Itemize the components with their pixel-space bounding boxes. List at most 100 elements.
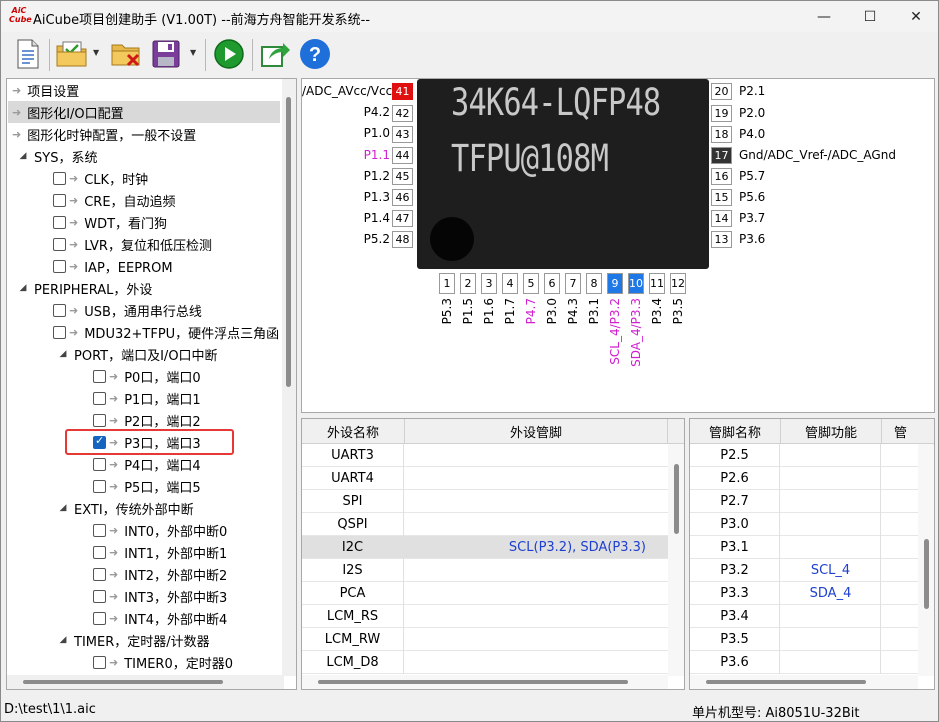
export-icon[interactable] [257,37,293,71]
delete-project-icon[interactable] [109,37,143,71]
tree-item-clock-config[interactable]: ➜ 图形化时钟配置，一般不设置 [12,123,196,145]
checkbox[interactable] [93,391,106,405]
tree-item-iap[interactable]: ➜ IAP，EEPROM [53,255,173,277]
horizontal-scrollbar[interactable] [690,675,918,689]
tree-item-int1[interactable]: ➜ INT1，外部中断1 [93,541,227,563]
checkbox[interactable] [53,259,66,273]
pin-number[interactable]: 13 [711,231,732,248]
table-row[interactable]: UART4 [302,467,668,490]
pin-number[interactable]: 1 [439,273,455,294]
tree-item-sys[interactable]: ◢ SYS，系统 [16,145,98,167]
pin-number[interactable]: 4 [502,273,518,294]
pin-number[interactable]: 7 [565,273,581,294]
close-button[interactable]: ✕ [893,1,939,32]
tree-vertical-scrollbar[interactable] [282,79,296,676]
pin-number[interactable]: 9 [607,273,623,294]
tree-item-cre[interactable]: ➜ CRE，自动追频 [53,189,176,211]
pin-number[interactable]: 19 [711,105,732,122]
tree-item-usb[interactable]: ➜ USB，通用串行总线 [53,299,202,321]
tree-item-int0[interactable]: ➜ INT0，外部中断0 [93,519,227,541]
tree-item-int3[interactable]: ➜ INT3，外部中断3 [93,585,227,607]
help-icon[interactable]: ? [297,37,333,71]
table-row[interactable]: P3.3 SDA_4 [690,582,918,605]
scrollbar-thumb[interactable] [706,680,866,684]
table-row[interactable]: PCA [302,582,668,605]
tree-item-timer0[interactable]: ➜ TIMER0，定时器0 [93,651,233,673]
checkbox[interactable] [93,611,106,625]
pin-number[interactable]: 41 [392,83,413,100]
pin-number[interactable]: 44 [392,147,413,164]
pin-number[interactable]: 18 [711,126,732,143]
table-row[interactable]: P3.2 SCL_4 [690,559,918,582]
chevron-down-icon[interactable]: ▼ [190,48,196,57]
minimize-button[interactable]: — [801,1,847,32]
tree-item-project-settings[interactable]: ➜ 项目设置 [12,79,79,101]
scrollbar-thumb[interactable] [318,680,628,684]
maximize-button[interactable]: ☐ [847,1,893,32]
checkbox[interactable] [53,325,66,339]
horizontal-scrollbar[interactable] [302,675,668,689]
tree-item-io-config[interactable]: ➜ 图形化I/O口配置 [12,101,124,123]
column-header[interactable]: 管 [882,419,934,444]
checkbox[interactable] [53,237,66,251]
scrollbar-thumb[interactable] [674,464,679,534]
column-header[interactable]: 管脚名称 [690,419,781,444]
new-file-icon[interactable] [11,37,45,71]
tree-horizontal-scrollbar[interactable] [7,675,284,689]
tree-item-int4[interactable]: ➜ INT4，外部中断4 [93,607,227,629]
checkbox[interactable] [93,655,106,669]
pin-number[interactable]: 17 [711,147,732,164]
tree-item-peripheral[interactable]: ◢ PERIPHERAL，外设 [16,277,153,299]
table-row[interactable]: P2.6 [690,467,918,490]
table-row[interactable]: P2.5 [690,444,918,467]
pin-number[interactable]: 45 [392,168,413,185]
table-row[interactable]: LCM_RS [302,605,668,628]
table-row[interactable]: P2.7 [690,490,918,513]
vertical-scrollbar[interactable] [918,444,934,676]
pin-number[interactable]: 16 [711,168,732,185]
table-row[interactable]: QSPI [302,513,668,536]
tree-item-timer[interactable]: ◢ TIMER，定时器/计数器 [56,629,210,651]
checkbox[interactable] [93,369,106,383]
table-row[interactable]: LCM_D8 [302,651,668,674]
checkbox[interactable] [93,545,106,559]
column-header[interactable]: 外设名称 [302,419,405,444]
run-icon[interactable] [211,37,247,71]
checkbox[interactable] [53,171,66,185]
table-row[interactable]: SPI [302,490,668,513]
pin-number[interactable]: 20 [711,83,732,100]
tree-item-p2[interactable]: ➜ P2口，端口2 [93,409,201,431]
tree-item-exti[interactable]: ◢ EXTI，传统外部中断 [56,497,194,519]
column-header[interactable]: 管脚功能 [781,419,882,444]
checkbox[interactable] [53,303,66,317]
pin-number[interactable]: 5 [523,273,539,294]
pin-number[interactable]: 6 [544,273,560,294]
checkbox[interactable] [93,523,106,537]
table-row[interactable]: P3.4 [690,605,918,628]
open-project-icon[interactable] [53,37,91,71]
tree-item-port[interactable]: ◢ PORT，端口及I/O口中断 [56,343,218,365]
tree-item-p4[interactable]: ➜ P4口，端口4 [93,453,201,475]
tree-item-mdu32[interactable]: ➜ MDU32+TFPU，硬件浮点三角函 [53,321,279,343]
vertical-scrollbar[interactable] [668,444,684,676]
column-header[interactable]: 外设管脚 [405,419,668,444]
table-row[interactable]: P3.0 [690,513,918,536]
pin-number[interactable]: 3 [481,273,497,294]
tree-item-int2[interactable]: ➜ INT2，外部中断2 [93,563,227,585]
scrollbar-thumb[interactable] [23,680,223,684]
checkbox[interactable] [53,193,66,207]
checkbox[interactable] [53,215,66,229]
table-row[interactable]: P3.6 [690,651,918,674]
save-icon[interactable] [149,37,183,71]
tree-item-p1[interactable]: ➜ P1口，端口1 [93,387,201,409]
pin-number[interactable]: 48 [392,231,413,248]
chevron-down-icon[interactable]: ▼ [93,48,99,57]
config-tree[interactable]: ➜ 项目设置 ➜ 图形化I/O口配置 ➜ 图形化时钟配置，一般不设置 ◢ SYS，系统 … [6,78,297,690]
tree-item-lvr[interactable]: ➜ LVR，复位和低压检测 [53,233,212,255]
pin-number[interactable]: 42 [392,105,413,122]
tree-item-clk[interactable]: ➜ CLK，时钟 [53,167,148,189]
table-row[interactable]: P3.1 [690,536,918,559]
scrollbar-thumb[interactable] [924,539,929,609]
pin-number[interactable]: 11 [649,273,665,294]
table-row[interactable]: UART3 [302,444,668,467]
